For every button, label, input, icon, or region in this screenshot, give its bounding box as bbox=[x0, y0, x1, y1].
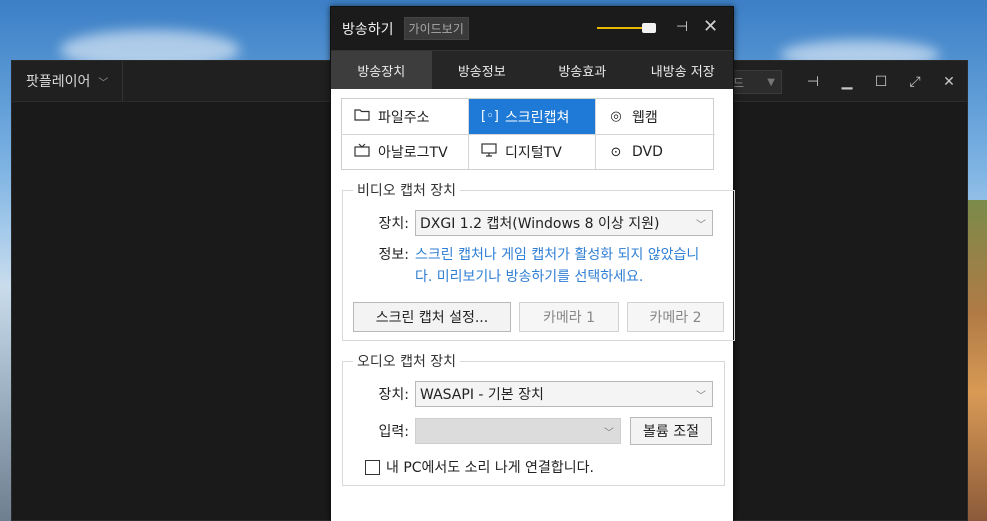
tab-broadcast-info[interactable]: 방송정보 bbox=[432, 51, 533, 89]
audio-capture-group: 오디오 캡처 장치 장치: WASAPI - 기본 장치 ﹀ 입력: ﹀ 볼륨 … bbox=[342, 351, 725, 486]
source-label: 디지털TV bbox=[505, 145, 562, 161]
player-mode-label: 드 bbox=[733, 75, 745, 90]
volume-adjust-button[interactable]: 볼륨 조절 bbox=[630, 417, 712, 445]
maximize-icon[interactable]: ☐ bbox=[873, 74, 889, 90]
chevron-down-icon: ﹀ bbox=[696, 390, 706, 402]
screen-capture-settings-button[interactable]: 스크린 캡처 설정... bbox=[353, 302, 511, 332]
player-menu-button[interactable]: 팟플레이어 ﹀ bbox=[12, 61, 124, 101]
local-audio-checkbox-label: 내 PC에서도 소리 나게 연결합니다. bbox=[386, 460, 594, 476]
source-label: DVD bbox=[632, 144, 663, 160]
player-window-controls: ⊣ ▁ ☐ ⤢ ✕ bbox=[805, 61, 957, 102]
player-mode-select[interactable]: 드 ▼ bbox=[730, 70, 782, 94]
monitor-icon bbox=[481, 143, 497, 161]
video-info-text: 스크린 캡처나 게임 캡처가 활성화 되지 않았습니다. 미리보기나 방송하기를… bbox=[415, 247, 700, 285]
dialog-titlebar: 방송하기 가이드보기 ⊣ ✕ bbox=[331, 7, 733, 50]
dialog-tabs: 방송장치 방송정보 방송효과 내방송 저장 bbox=[331, 50, 733, 89]
broadcast-dialog: 방송하기 가이드보기 ⊣ ✕ 방송장치 방송정보 방송효과 내방송 저장 파일주… bbox=[330, 6, 735, 521]
tab-broadcast-device[interactable]: 방송장치 bbox=[331, 51, 432, 89]
close-icon[interactable]: ✕ bbox=[703, 16, 718, 37]
source-webcam[interactable]: ◎ 웹캠 bbox=[596, 99, 715, 135]
pin-icon[interactable]: ⊣ bbox=[805, 74, 821, 90]
local-audio-option: 내 PC에서도 소리 나게 연결합니다. bbox=[365, 457, 714, 477]
camera-1-button[interactable]: 카메라 1 bbox=[519, 302, 619, 332]
source-screen-capture[interactable]: [◦] 스크린캡쳐 bbox=[469, 99, 596, 135]
audio-capture-legend: 오디오 캡처 장치 bbox=[357, 354, 457, 370]
disc-icon: ⊙ bbox=[610, 144, 622, 160]
fullscreen-icon[interactable]: ⤢ bbox=[907, 74, 923, 90]
source-selector: 파일주소 [◦] 스크린캡쳐 ◎ 웹캠 아날로그TV 디지털TV ⊙ DVD bbox=[341, 98, 715, 170]
source-label: 아날로그TV bbox=[378, 145, 448, 161]
audio-input-label: 입력: bbox=[378, 424, 409, 440]
player-title: 팟플레이어 bbox=[26, 74, 91, 90]
source-label: 파일주소 bbox=[378, 109, 430, 126]
source-label: 웹캠 bbox=[632, 109, 658, 126]
video-device-value: DXGI 1.2 캡처(Windows 8 이상 지원) bbox=[420, 216, 660, 232]
source-file-address[interactable]: 파일주소 bbox=[342, 99, 469, 135]
chevron-down-icon: ﹀ bbox=[696, 219, 706, 231]
audio-device-value: WASAPI - 기본 장치 bbox=[420, 387, 544, 403]
audio-device-select[interactable]: WASAPI - 기본 장치 ﹀ bbox=[415, 381, 713, 407]
local-audio-checkbox[interactable] bbox=[365, 459, 380, 475]
tab-save-broadcast[interactable]: 내방송 저장 bbox=[633, 51, 734, 89]
video-device-select[interactable]: DXGI 1.2 캡처(Windows 8 이상 지원) ﹀ bbox=[415, 210, 713, 236]
camera-2-button[interactable]: 카메라 2 bbox=[627, 302, 724, 332]
webcam-icon: ◎ bbox=[610, 109, 622, 124]
folder-icon bbox=[354, 108, 370, 125]
audio-device-label: 장치: bbox=[378, 387, 409, 403]
video-capture-legend: 비디오 캡처 장치 bbox=[357, 183, 457, 199]
tab-broadcast-effects[interactable]: 방송효과 bbox=[532, 51, 633, 89]
source-dvd[interactable]: ⊙ DVD bbox=[596, 135, 715, 169]
video-info-label: 정보: bbox=[378, 247, 409, 263]
pin-icon[interactable]: ⊣ bbox=[676, 19, 688, 35]
close-icon[interactable]: ✕ bbox=[941, 74, 957, 90]
screen-capture-icon: [◦] bbox=[481, 109, 499, 124]
minimize-icon[interactable]: ▁ bbox=[839, 74, 855, 90]
chevron-down-icon: ﹀ bbox=[604, 427, 614, 439]
source-analog-tv[interactable]: 아날로그TV bbox=[342, 135, 469, 169]
video-device-label: 장치: bbox=[378, 216, 409, 232]
source-digital-tv[interactable]: 디지털TV bbox=[469, 135, 596, 169]
dialog-title: 방송하기 bbox=[342, 21, 394, 38]
chevron-down-icon: ﹀ bbox=[98, 77, 109, 89]
video-capture-group: 비디오 캡처 장치 장치: DXGI 1.2 캡처(Windows 8 이상 지… bbox=[342, 180, 735, 341]
guide-button[interactable]: 가이드보기 bbox=[403, 17, 469, 40]
tv-icon bbox=[354, 143, 370, 161]
volume-slider-handle[interactable] bbox=[642, 23, 656, 33]
audio-input-select[interactable]: ﹀ bbox=[415, 418, 621, 444]
source-label: 스크린캡쳐 bbox=[505, 109, 570, 126]
dialog-content: 파일주소 [◦] 스크린캡쳐 ◎ 웹캠 아날로그TV 디지털TV ⊙ DVD 비… bbox=[331, 89, 735, 521]
chevron-down-icon: ▼ bbox=[767, 76, 775, 88]
